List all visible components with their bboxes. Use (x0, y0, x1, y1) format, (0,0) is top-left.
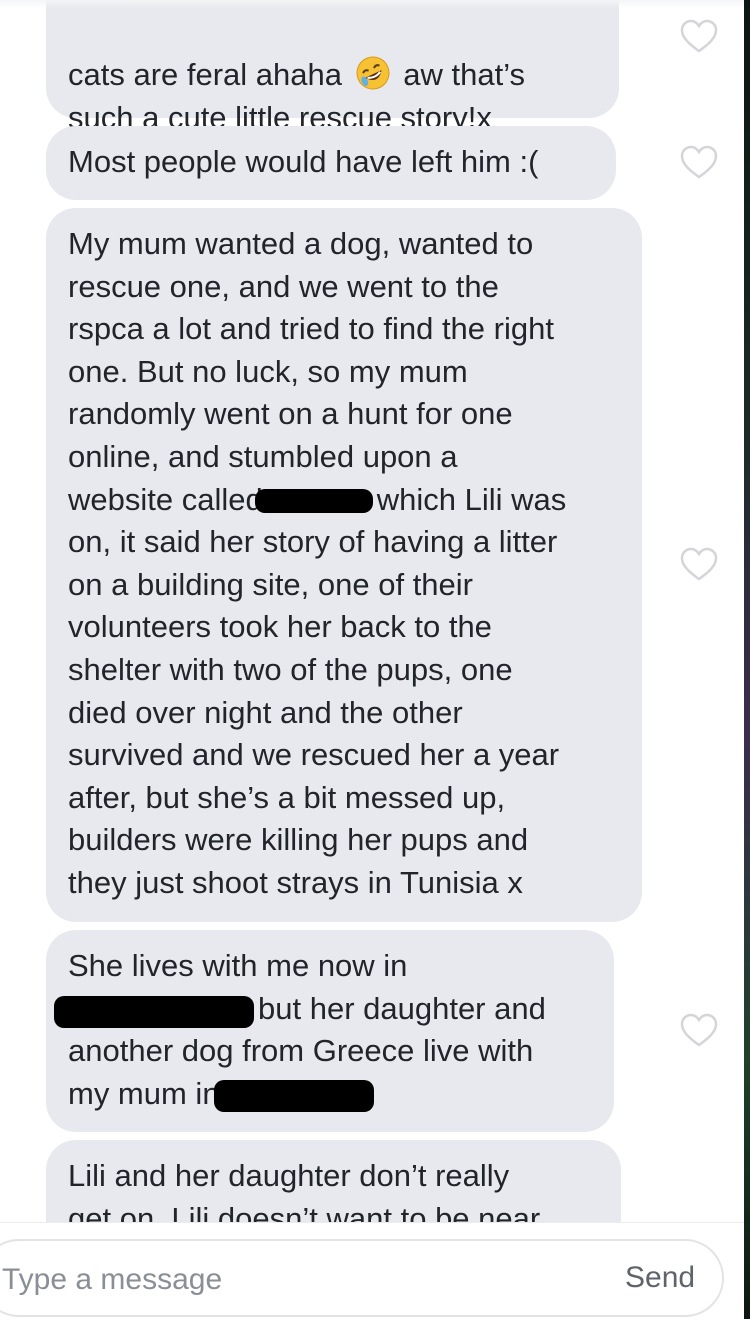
message-text: but her daughter and (258, 990, 546, 1026)
message-text: shelter with two of the pups, one (68, 651, 513, 687)
message-bubble: cats are feral ahaha aw that’s such a cu… (46, 0, 619, 135)
rolling-on-floor-laughing-emoji (355, 55, 391, 91)
message-input[interactable]: Type a message (0, 1239, 724, 1317)
message-text: She lives with me now in (68, 948, 408, 983)
message-text: randomly went on a hunt for one (68, 396, 513, 432)
chat-thread: cats are feral ahaha aw that’s such a cu… (0, 0, 744, 1222)
redaction-mark (213, 1079, 374, 1112)
message-bubble: Most people would have left him :( (46, 126, 616, 200)
top-scroll-fade (0, 0, 744, 8)
like-heart-icon[interactable] (680, 1013, 718, 1049)
message-text: on, it said her story of having a litter (68, 524, 558, 560)
message-text: get on. Lili doesn’t want to be near (68, 1200, 541, 1222)
message-text: builders were killing her pups and (68, 822, 529, 858)
message-text: rescue one, and we went to the (68, 268, 499, 304)
message-text: after, but she’s a bit messed up, (68, 779, 506, 815)
message-text: website called (68, 481, 263, 517)
like-heart-icon[interactable] (680, 19, 718, 55)
like-heart-icon[interactable] (680, 145, 718, 181)
message-bubble: Lili and her daughter don’t really get o… (46, 1140, 621, 1222)
message-text: another dog from Greece live with (68, 1033, 534, 1069)
message-text: aw that’s (403, 57, 526, 92)
message-text: Lili and her daughter don’t really (68, 1158, 510, 1193)
redaction-mark (54, 995, 254, 1028)
message-text: one. But no luck, so my mum (68, 353, 468, 389)
message-text: died over night and the other (68, 694, 463, 730)
message-composer: Type a message Send (0, 1222, 744, 1320)
message-text: survived and we rescued her a year (68, 737, 560, 773)
message-text: online, and stumbled upon a (68, 438, 458, 474)
message-text: cats are feral ahaha (68, 57, 343, 92)
message-text: on a building site, one of their (68, 566, 473, 602)
message-input-placeholder: Type a message (2, 1263, 223, 1296)
message-bubble: My mum wanted a dog, wanted to rescue on… (46, 208, 642, 922)
message-text: they just shoot strays in Tunisia x (68, 864, 523, 900)
message-text: rspca a lot and tried to find the right (68, 311, 554, 347)
message-text: which Lili was (376, 481, 567, 517)
like-heart-icon[interactable] (680, 547, 718, 583)
message-text: volunteers took her back to the (68, 609, 492, 645)
message-bubble: She lives with me now in but her daughte… (46, 930, 614, 1132)
message-text: Most people would have left him :( (68, 144, 539, 179)
redaction-mark (254, 489, 373, 514)
send-button[interactable]: Send (625, 1260, 695, 1296)
message-text: My mum wanted a dog, wanted to (68, 226, 534, 261)
message-text: my mum in (68, 1075, 220, 1111)
wallpaper-edge (744, 0, 750, 1319)
